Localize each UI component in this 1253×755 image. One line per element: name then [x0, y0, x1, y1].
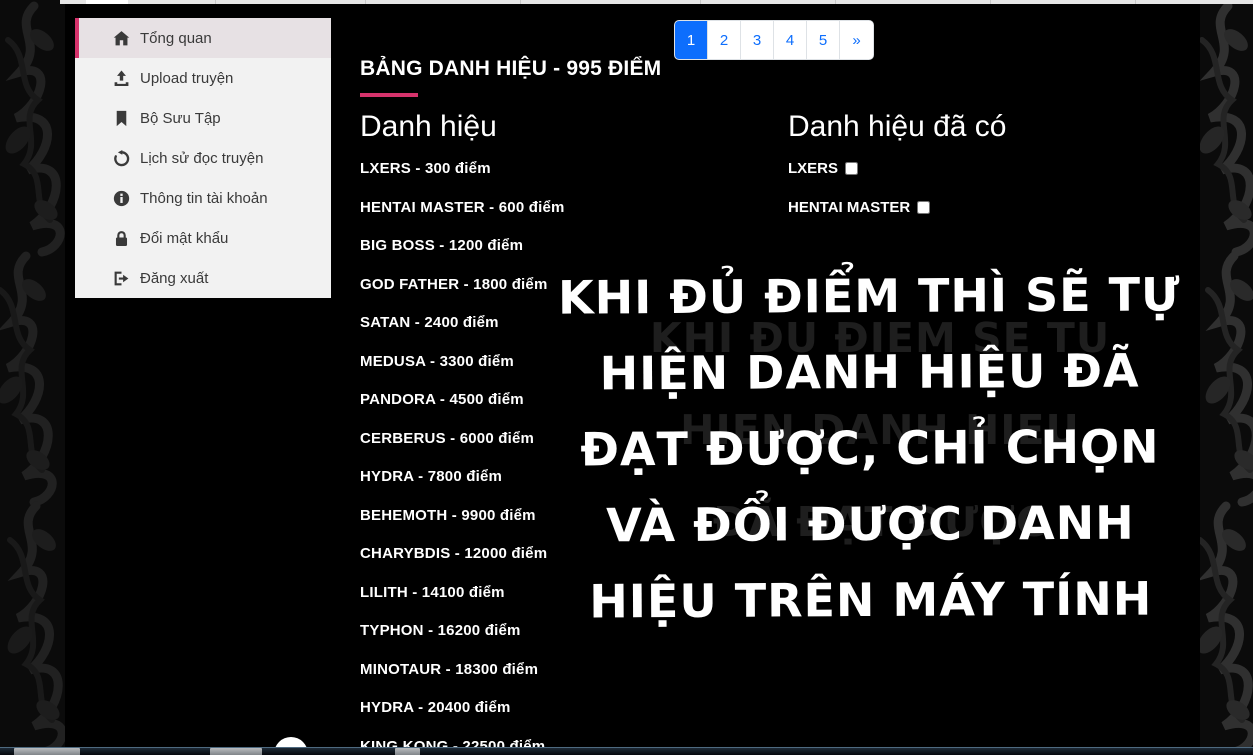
scrollbar-thumb[interactable] [395, 748, 420, 755]
overlay-note-line: ĐẠT ĐƯỢC, CHỈ CHỌN [545, 408, 1195, 487]
sidebar-item-reading-history[interactable]: Lịch sử đọc truyện [75, 138, 331, 178]
owned-title-checkbox[interactable] [917, 201, 930, 214]
owned-column-header: Danh hiệu đã có [788, 110, 1168, 144]
damask-pattern-left [0, 0, 65, 755]
account-sidebar: Tổng quan Upload truyện Bộ Sưu Tập Lịch … [75, 18, 331, 298]
sidebar-item-logout[interactable]: Đăng xuất [75, 258, 331, 298]
overlay-note-line: KHI ĐỦ ĐIỂM THÌ SẼ TỰ [544, 256, 1194, 335]
lock-icon [113, 230, 130, 247]
owned-title-label: LXERS [788, 160, 838, 177]
sidebar-item-label: Đổi mật khẩu [140, 230, 228, 247]
owned-title-item: HENTAI MASTER [788, 199, 1168, 216]
damask-pattern-right [1200, 0, 1253, 755]
overlay-note: KHI ĐỦ ĐIỂM THÌ SẼ TỰHIỆN DANH HIỆU ĐÃĐẠ… [544, 256, 1196, 639]
sidebar-item-collection[interactable]: Bộ Sưu Tập [75, 98, 331, 138]
pagination-page-3[interactable]: 3 [741, 21, 774, 59]
sidebar-item-label: Thông tin tài khoản [140, 190, 268, 207]
browser-tab-remnant [86, 0, 128, 4]
sidebar-item-label: Đăng xuất [140, 270, 208, 287]
owned-title-item: LXERS [788, 160, 1168, 177]
title-rank-item: BIG BOSS - 1200 điểm [360, 237, 760, 254]
owned-title-label: HENTAI MASTER [788, 199, 910, 216]
title-underline [360, 93, 418, 97]
sign-out-icon [113, 270, 130, 287]
sidebar-item-label: Upload truyện [140, 70, 233, 87]
home-icon [113, 30, 130, 47]
page-title: BẢNG DANH HIỆU - 995 ĐIỂM [360, 57, 661, 81]
sidebar-item-label: Bộ Sưu Tập [140, 110, 221, 127]
owned-title-checkbox[interactable] [845, 162, 858, 175]
scrollbar-thumb[interactable] [210, 748, 262, 755]
overlay-note-line: VÀ ĐỔI ĐƯỢC DANH [545, 484, 1195, 563]
pagination-page-5[interactable]: 5 [807, 21, 840, 59]
pagination-page-4[interactable]: 4 [774, 21, 807, 59]
title-rank-item: LXERS - 300 điểm [360, 160, 760, 177]
sidebar-item-change-password[interactable]: Đổi mật khẩu [75, 218, 331, 258]
title-rank-item: HENTAI MASTER - 600 điểm [360, 199, 760, 216]
title-rank-item: HYDRA - 20400 điểm [360, 699, 760, 716]
upload-icon [113, 70, 130, 87]
sidebar-item-label: Lịch sử đọc truyện [140, 150, 263, 167]
history-icon [113, 150, 130, 167]
pagination-next[interactable]: » [840, 21, 873, 59]
titles-column-header: Danh hiệu [360, 110, 760, 144]
title-rank-item: MINOTAUR - 18300 điểm [360, 661, 760, 678]
pagination-page-2[interactable]: 2 [708, 21, 741, 59]
bookmark-icon [113, 110, 130, 127]
browser-edge-strip [60, 0, 1253, 4]
overlay-note-line: HIỆU TRÊN MÁY TÍNH [546, 560, 1196, 639]
owned-titles-column: Danh hiệu đã có LXERS HENTAI MASTER [788, 110, 1168, 238]
pagination-page-1[interactable]: 1 [675, 21, 708, 59]
owned-titles-list: LXERS HENTAI MASTER [788, 160, 1168, 216]
sidebar-item-upload[interactable]: Upload truyện [75, 58, 331, 98]
info-icon [113, 190, 130, 207]
pagination: 1 2 3 4 5 » [674, 20, 874, 60]
scrollbar-thumb[interactable] [14, 748, 80, 755]
sidebar-item-overview[interactable]: Tổng quan [75, 18, 331, 58]
horizontal-scrollbar[interactable] [0, 747, 1253, 755]
sidebar-item-account-info[interactable]: Thông tin tài khoản [75, 178, 331, 218]
sidebar-item-label: Tổng quan [140, 30, 212, 47]
overlay-note-line: HIỆN DANH HIỆU ĐÃ [544, 332, 1194, 411]
